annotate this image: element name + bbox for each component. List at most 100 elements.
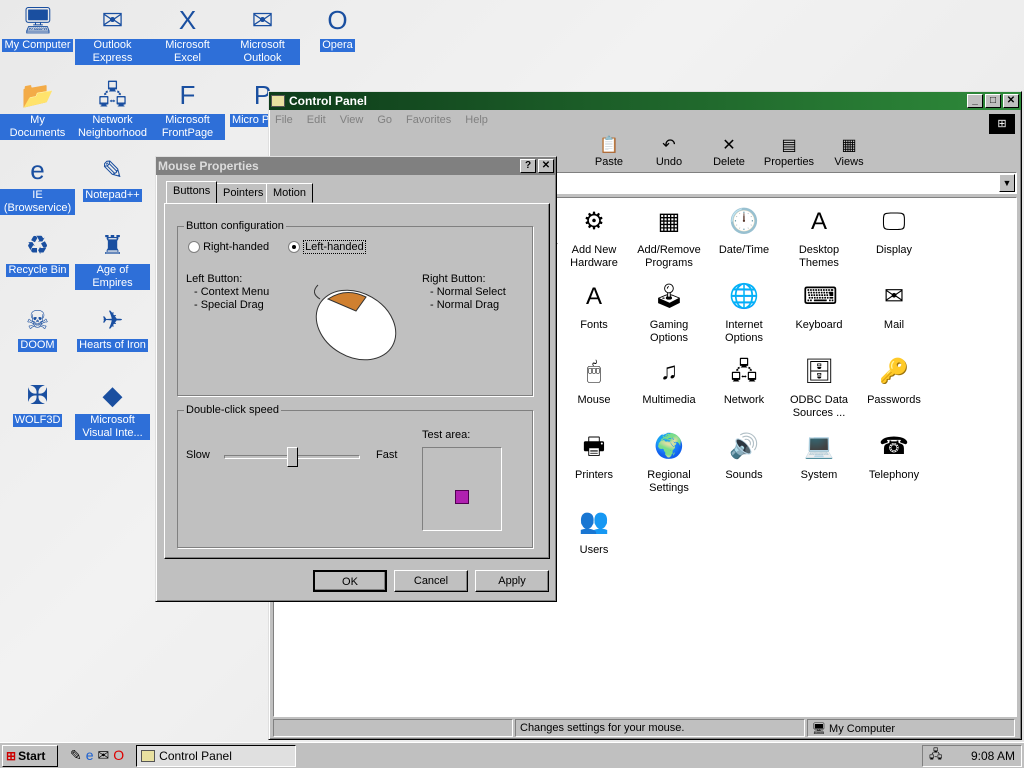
control-panel-item-icon: ♫ xyxy=(660,358,678,385)
minimize-button[interactable]: _ xyxy=(967,94,983,108)
control-panel-item-icon: 🖱 xyxy=(586,358,602,385)
desktop-icon[interactable]: ✉ Microsoft Outlook xyxy=(225,4,300,65)
control-panel-item[interactable]: 👥 Users xyxy=(556,506,632,557)
show-desktop-icon[interactable]: ✎ xyxy=(70,747,82,764)
test-area[interactable] xyxy=(422,447,502,531)
toolbar-label: Undo xyxy=(655,156,683,168)
control-panel-icon xyxy=(271,95,285,107)
desktop-icon[interactable]: ✈ Hearts of Iron xyxy=(75,304,150,352)
frontpage-icon: F xyxy=(179,80,196,110)
hearts-of-iron-icon: ✈ xyxy=(101,305,124,335)
tab-container: Buttons Pointers Motion Button configura… xyxy=(164,181,550,559)
toolbar-label: Paste xyxy=(594,156,624,168)
ok-button[interactable]: OK xyxy=(313,570,387,592)
desktop-icon[interactable]: X Microsoft Excel xyxy=(150,4,225,65)
cancel-button[interactable]: Cancel xyxy=(394,570,468,592)
help-button[interactable]: ? xyxy=(520,159,536,173)
desktop-icon[interactable]: ☠ DOOM xyxy=(0,304,75,352)
tab-pointers[interactable]: Pointers xyxy=(216,183,271,203)
desktop-icon[interactable]: 🖧 Network Neighborhood xyxy=(75,79,150,140)
desktop-icon-label: Notepad++ xyxy=(83,189,142,202)
control-panel-item-label: Regional Settings xyxy=(647,469,691,494)
close-button[interactable]: ✕ xyxy=(1003,94,1019,108)
slow-label: Slow xyxy=(186,449,210,461)
desktop-icon[interactable]: ◆ Microsoft Visual Inte... xyxy=(75,379,150,440)
right-handed-radio[interactable] xyxy=(188,241,200,254)
desktop-icon[interactable]: ✉ Outlook Express xyxy=(75,4,150,65)
control-panel-item[interactable]: A Fonts xyxy=(556,281,632,332)
status-text: Changes settings for your mouse. xyxy=(515,719,805,737)
desktop-icon-label: Age of Empires xyxy=(75,264,150,290)
left-handed-radio[interactable] xyxy=(288,241,300,254)
control-panel-item[interactable]: A Desktop Themes xyxy=(781,206,857,270)
desktop-icon[interactable]: ♻ Recycle Bin xyxy=(0,229,75,277)
control-panel-item[interactable]: 🖵 Display xyxy=(856,206,932,257)
control-panel-item[interactable]: ⌨ Keyboard xyxy=(781,281,857,332)
mouse-properties-titlebar[interactable]: Mouse Properties ? ✕ xyxy=(156,157,556,175)
taskbar-control-panel-button[interactable]: Control Panel xyxy=(136,744,297,767)
desktop-icon[interactable]: 🖥 My Computer xyxy=(0,4,75,52)
control-panel-item[interactable]: ⚙ Add New Hardware xyxy=(556,206,632,270)
slider-thumb[interactable] xyxy=(287,447,298,467)
desktop-icon[interactable]: F Microsoft FrontPage xyxy=(150,79,225,140)
mouse-properties-dialog[interactable]: Mouse Properties ? ✕ Buttons Pointers Mo… xyxy=(155,156,557,602)
control-panel-item[interactable]: 🗄 ODBC Data Sources ... xyxy=(781,356,857,420)
menu-file[interactable]: File xyxy=(275,114,293,126)
desktop-icon[interactable]: ♜ Age of Empires xyxy=(75,229,150,290)
control-panel-item[interactable]: 🔊 Sounds xyxy=(706,431,782,482)
control-panel-item[interactable]: ♫ Multimedia xyxy=(631,356,707,407)
apply-button[interactable]: Apply xyxy=(475,570,549,592)
toolbar-paste-button[interactable]: 📋 Paste xyxy=(579,136,639,168)
menu-help[interactable]: Help xyxy=(465,114,488,126)
right-handed-option[interactable]: Right-handed xyxy=(188,241,269,254)
control-panel-titlebar[interactable]: Control Panel _ □ ✕ xyxy=(269,92,1021,110)
control-panel-item[interactable]: 🖶 Printers xyxy=(556,431,632,482)
opera-icon[interactable]: O xyxy=(113,747,124,764)
tab-panel: Button configuration Right-handed Left-h… xyxy=(164,203,550,559)
control-panel-item[interactable]: 🕛 Date/Time xyxy=(706,206,782,257)
control-panel-item[interactable]: 🌐 Internet Options xyxy=(706,281,782,345)
address-dropdown-button[interactable]: ▼ xyxy=(999,174,1015,192)
toolbar-views-button[interactable]: ▦ Views xyxy=(819,136,879,168)
desktop-icon[interactable]: ✠ WOLF3D xyxy=(0,379,75,427)
menu-view[interactable]: View xyxy=(340,114,364,126)
menu-edit[interactable]: Edit xyxy=(307,114,326,126)
tab-motion[interactable]: Motion xyxy=(266,183,314,203)
desktop-icon[interactable]: O Opera xyxy=(300,4,375,52)
tab-buttons[interactable]: Buttons xyxy=(166,181,218,203)
toolbar-delete-button[interactable]: ✕ Delete xyxy=(699,136,759,168)
control-panel-item[interactable]: 🖧 Network xyxy=(706,356,782,407)
tray-icon[interactable]: 🖧 xyxy=(929,745,942,766)
desktop-icon[interactable]: e IE (Browservice) xyxy=(0,154,75,215)
taskbar-task-label: Control Panel xyxy=(159,748,232,763)
internet-explorer-icon[interactable]: e xyxy=(86,747,94,764)
network-neighborhood-icon: 🖧 xyxy=(98,80,127,110)
control-panel-item-icon: ✉ xyxy=(883,283,905,310)
desktop-icon[interactable]: 📂 My Documents xyxy=(0,79,75,140)
desktop-icon[interactable]: ✎ Notepad++ xyxy=(75,154,150,202)
maximize-button[interactable]: □ xyxy=(985,94,1001,108)
menu-favorites[interactable]: Favorites xyxy=(406,114,451,126)
control-panel-item[interactable]: 💻 System xyxy=(781,431,857,482)
control-panel-item[interactable]: 🕹 Gaming Options xyxy=(631,281,707,345)
desktop-icon-label: WOLF3D xyxy=(12,414,63,427)
control-panel-item[interactable]: ☎ Telephony xyxy=(856,431,932,482)
outlook-express-icon[interactable]: ✉ xyxy=(98,747,110,764)
start-button[interactable]: ⊞ Start xyxy=(2,744,58,767)
dialog-close-button[interactable]: ✕ xyxy=(538,159,554,173)
menu-go[interactable]: Go xyxy=(377,114,392,126)
toolbar-undo-button[interactable]: ↶ Undo xyxy=(639,136,699,168)
control-panel-item-label: Display xyxy=(875,244,913,256)
control-panel-item[interactable]: ✉ Mail xyxy=(856,281,932,332)
paste-icon: 📋 xyxy=(599,137,619,154)
control-panel-item[interactable]: 🖱 Mouse xyxy=(556,356,632,407)
control-panel-item[interactable]: 🔑 Passwords xyxy=(856,356,932,407)
desktop-icon-label: Microsoft Excel xyxy=(150,39,225,65)
control-panel-item[interactable]: ▦ Add/Remove Programs xyxy=(631,206,707,270)
control-panel-item[interactable]: 🌍 Regional Settings xyxy=(631,431,707,495)
clock[interactable]: 9:08 AM xyxy=(971,749,1015,763)
system-tray: 🖧 9:08 AM xyxy=(922,744,1022,767)
control-panel-item-label: Internet Options xyxy=(725,319,763,344)
toolbar-properties-button[interactable]: ▤ Properties xyxy=(759,136,819,168)
left-handed-option[interactable]: Left-handed xyxy=(288,240,366,254)
